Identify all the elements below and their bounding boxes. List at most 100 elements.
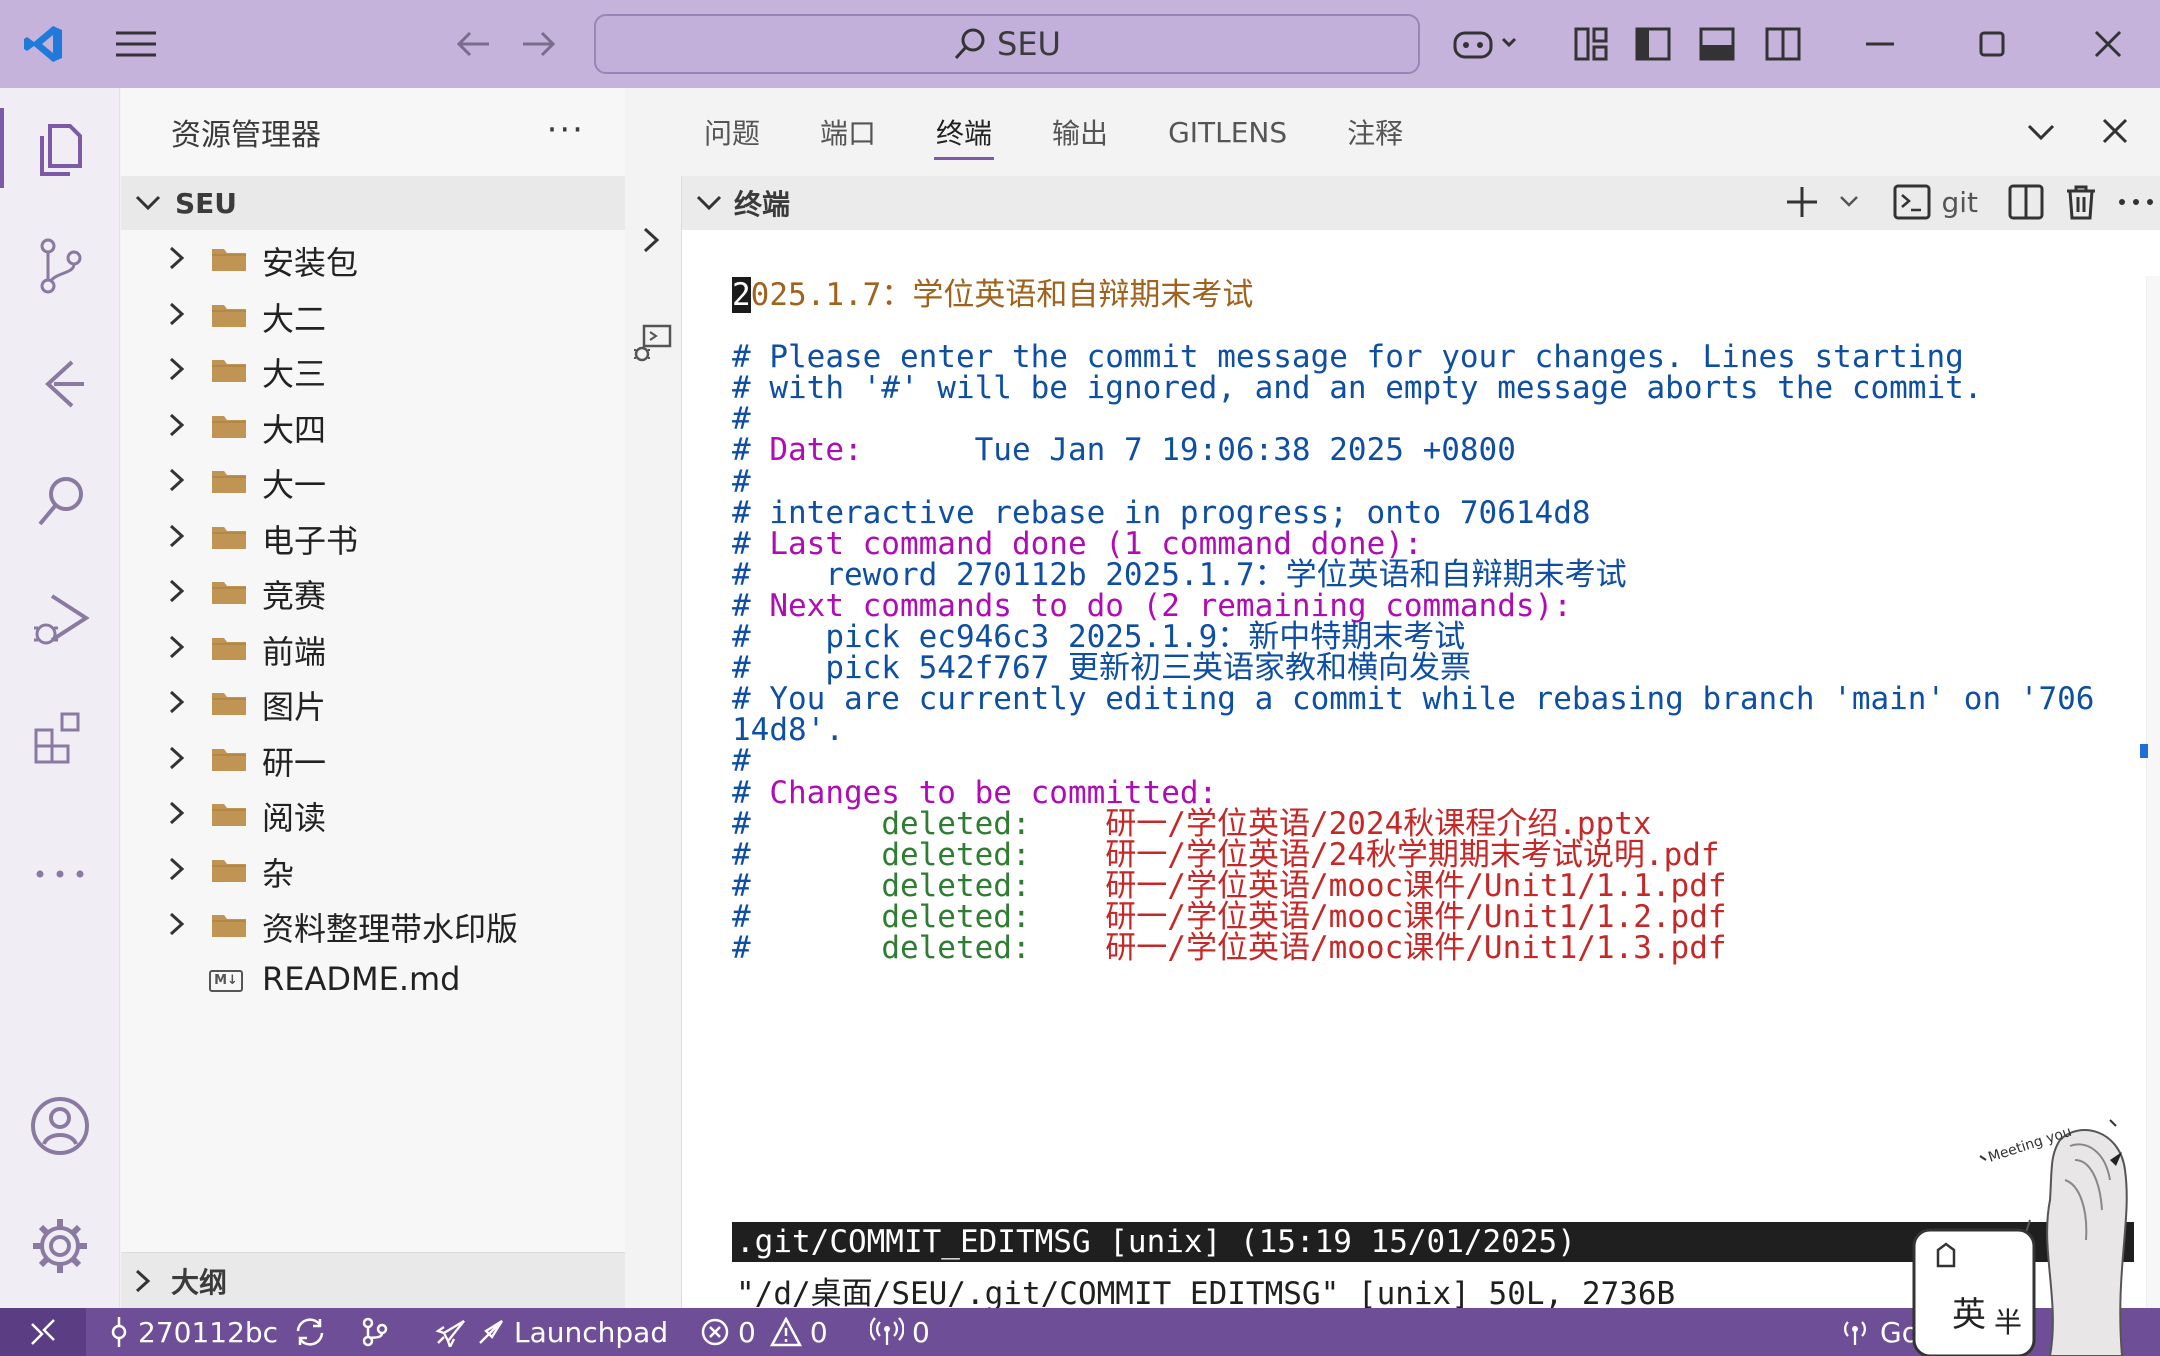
remote-indicator[interactable] — [0, 1308, 86, 1356]
terminal-profile-icon[interactable] — [1893, 184, 1931, 220]
trash-icon[interactable] — [2064, 184, 2098, 220]
tree-folder-item[interactable]: 阅读 — [121, 785, 625, 841]
more-actions-icon[interactable] — [2118, 197, 2154, 207]
chevron-right-icon — [169, 635, 185, 658]
source-control-icon[interactable] — [0, 216, 120, 316]
tree-item-label: 杂 — [262, 854, 295, 893]
explorer-icon[interactable] — [0, 98, 120, 198]
chevron-right-icon — [169, 801, 185, 825]
panel-tab[interactable]: 问题 — [674, 88, 790, 176]
close-window-icon[interactable] — [2078, 20, 2138, 68]
terminal-profile-name[interactable]: git — [1941, 186, 1978, 219]
toggle-panel-icon[interactable] — [1692, 20, 1742, 68]
launchpad-status[interactable]: Launchpad — [434, 1308, 668, 1356]
ports-status[interactable]: 0 — [870, 1308, 930, 1356]
tree-item-label: 安装包 — [262, 244, 359, 282]
more-icon[interactable] — [0, 824, 120, 924]
mascot-widget[interactable]: 英 半 Meeting you — [1910, 1100, 2160, 1356]
git-graph-status[interactable] — [360, 1308, 390, 1356]
terminal-line: # pick ec946c3 2025.1.9：新中特期末考试 — [732, 621, 2094, 653]
tree-folder-item[interactable]: 杂 — [121, 841, 625, 897]
workspace-section-header[interactable]: SEU — [121, 176, 625, 230]
tree-folder-item[interactable]: 大四 — [121, 397, 625, 453]
branch-status[interactable]: 270112bc — [108, 1308, 326, 1356]
tree-folder-item[interactable]: 前端 — [121, 619, 625, 675]
account-icon[interactable] — [0, 1076, 120, 1176]
gitlens-icon[interactable] — [0, 334, 120, 434]
rocket-icon — [435, 1320, 465, 1347]
toggle-sidebar-icon[interactable] — [1628, 20, 1678, 68]
folder-icon — [212, 693, 246, 715]
terminal-line: # with '#' will be ignored, and an empty… — [732, 373, 2094, 404]
forward-arrow-icon[interactable] — [514, 20, 564, 68]
terminal-line: # deleted: 研一/学位英语/mooc课件/Unit1/1.3.pdf — [732, 929, 2094, 966]
chevron-down-icon[interactable] — [2026, 112, 2056, 152]
chevron-right-icon — [169, 246, 185, 270]
command-center-search[interactable]: SEU — [594, 14, 1420, 74]
panel-tab[interactable]: 端口 — [790, 88, 906, 176]
tree-folder-item[interactable]: 电子书 — [121, 508, 625, 564]
chevron-down-icon[interactable] — [696, 195, 722, 211]
chevron-down-icon[interactable] — [1839, 185, 1859, 219]
run-debug-icon[interactable] — [0, 570, 120, 670]
status-bar: 270112bc Launchpad 0 0 0 Go — [0, 1308, 2160, 1356]
minimize-icon[interactable] — [1850, 20, 1910, 68]
problems-status[interactable]: 0 0 — [700, 1308, 828, 1356]
tree-file-item[interactable]: M↓ README.md — [121, 952, 625, 1008]
back-arrow-icon[interactable] — [448, 20, 498, 68]
terminal-line: # — [732, 746, 2094, 777]
panel-tab[interactable]: GITLENS — [1138, 88, 1317, 176]
terminal-line: # interactive rebase in progress; onto 7… — [732, 497, 2094, 529]
title-bar: SEU — [0, 0, 2160, 88]
tree-folder-item[interactable]: 竞赛 — [121, 563, 625, 619]
terminal-line: 14d8'. — [732, 715, 2094, 746]
panel-tab[interactable]: 终端 — [906, 88, 1022, 176]
terminal-header: 终端 git — [682, 176, 2160, 230]
terminal-line: # deleted: 研一/学位英语/24秋学期期末考试说明.pdf — [732, 839, 2094, 871]
maximize-icon[interactable] — [1962, 20, 2022, 68]
branch-name: 270112bc — [138, 1315, 279, 1349]
folder-icon — [212, 582, 246, 604]
tree-item-label: README.md — [262, 959, 461, 998]
settings-gear-icon[interactable] — [0, 1196, 120, 1296]
outline-section-header[interactable]: 大纲 — [121, 1252, 625, 1308]
tree-item-label: 大二 — [262, 299, 327, 338]
outline-title: 大纲 — [171, 1265, 228, 1299]
workspace-name: SEU — [175, 186, 238, 220]
extensions-icon[interactable] — [0, 688, 120, 788]
panel-tab[interactable]: 输出 — [1022, 88, 1138, 176]
commit-message-body: # Please enter the commit message for yo… — [732, 311, 2094, 964]
chevron-right-icon — [169, 302, 185, 325]
commit-title-text: 025.1.7：学位英语和自辩期末考试 — [750, 277, 1254, 313]
folder-icon — [212, 360, 246, 382]
git-commit-icon — [111, 1317, 127, 1347]
tree-folder-item[interactable]: 图片 — [121, 674, 625, 730]
tree-folder-item[interactable]: 大三 — [121, 341, 625, 397]
panel-tabs: 问题 端口 终端 输出 GITLENS 注释 — [626, 88, 2160, 176]
toggle-secondary-sidebar-icon[interactable] — [1758, 20, 1808, 68]
explorer-more-actions[interactable]: ··· — [547, 110, 585, 150]
copilot-icon[interactable] — [1448, 20, 1528, 68]
chevron-right-icon — [169, 413, 185, 436]
vim-commit-editor[interactable]: 2025.1.7：学位英语和自辩期末考试 # Please enter the … — [732, 277, 2094, 964]
chevron-right-icon[interactable] — [642, 226, 660, 254]
menu-icon[interactable] — [108, 20, 164, 68]
terminal-text: 研一/学位英语/mooc课件/Unit1/1.3.pdf — [1105, 929, 1727, 966]
tree-folder-item[interactable]: 研一 — [121, 730, 625, 786]
tree-folder-item[interactable]: 安装包 — [121, 230, 625, 286]
tree-folder-item[interactable]: 大一 — [121, 452, 625, 508]
split-terminal-icon[interactable] — [2008, 184, 2044, 220]
new-terminal-icon[interactable] — [1785, 185, 1819, 219]
mascot-text-1: 英 — [1952, 1295, 1986, 1335]
go-live-status[interactable]: Go — [1838, 1308, 1919, 1356]
tree-folder-item[interactable]: 大二 — [121, 286, 625, 342]
debug-console-icon[interactable] — [632, 324, 672, 364]
tree-item-label: 竞赛 — [262, 577, 327, 615]
panel-tab[interactable]: 注释 — [1317, 88, 1433, 176]
search-icon[interactable] — [0, 452, 120, 552]
sync-icon[interactable] — [294, 1317, 326, 1347]
close-panel-icon[interactable] — [2100, 112, 2130, 152]
tree-folder-item[interactable]: 资料整理带水印版 — [121, 896, 625, 952]
customize-layout-icon[interactable] — [1566, 20, 1616, 68]
folder-icon — [212, 915, 246, 937]
